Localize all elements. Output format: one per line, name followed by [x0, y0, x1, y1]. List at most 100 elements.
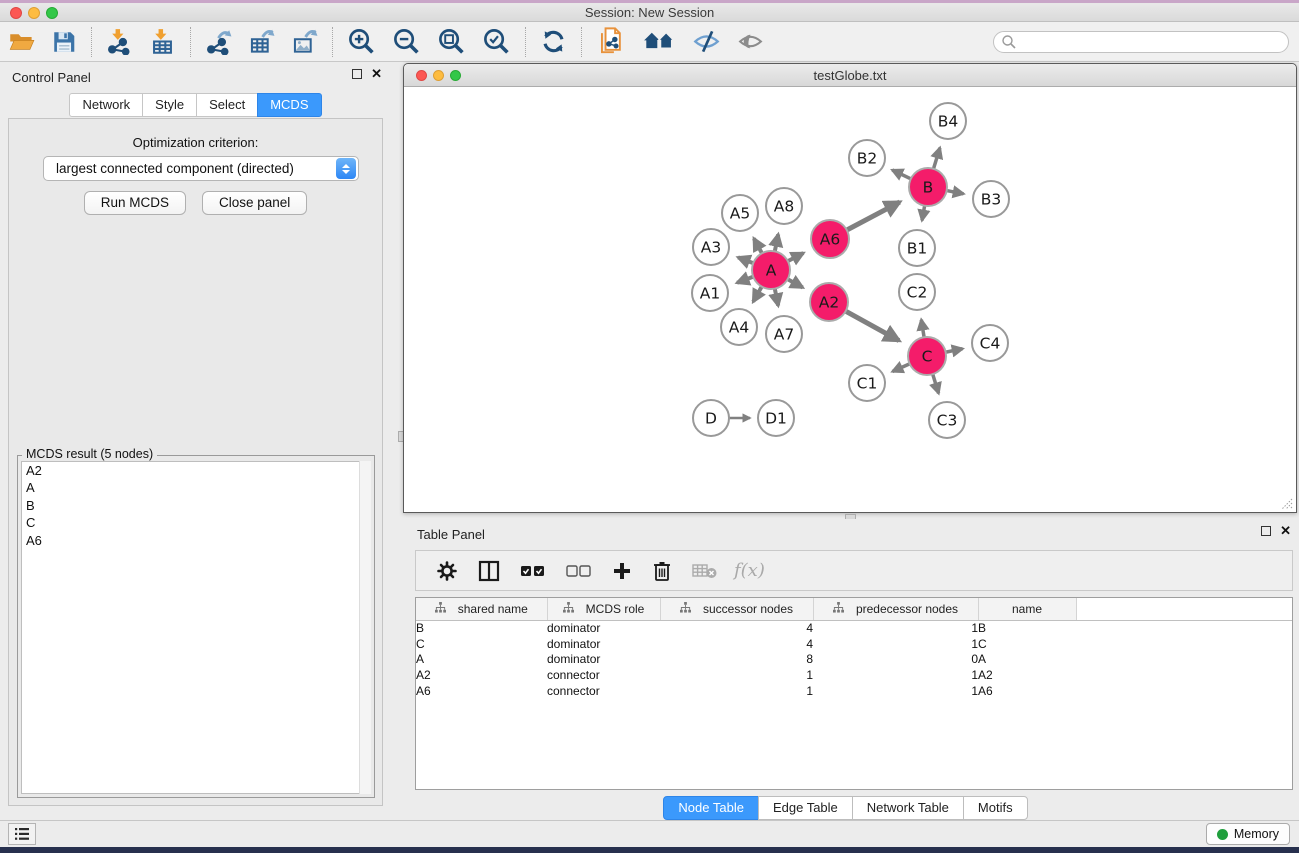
delete-column-icon[interactable]	[642, 560, 682, 582]
graph-node-A1[interactable]: A1	[692, 275, 728, 311]
zoom-selected-icon[interactable]	[474, 26, 519, 58]
close-panel-button[interactable]: Close panel	[202, 191, 307, 215]
network-graph[interactable]: A A1 A3 A4 A5 A7 A8 A6 A2 B B1 B2 B3 B4 C C1 C2 C3 C4 D D1	[405, 88, 1295, 512]
graph-node-C[interactable]: C	[908, 337, 946, 375]
deselect-all-columns-icon[interactable]	[556, 563, 602, 579]
result-item[interactable]: A2	[22, 462, 370, 479]
import-network-icon[interactable]	[98, 26, 141, 58]
tab-network-table[interactable]: Network Table	[852, 796, 964, 820]
close-panel-icon[interactable]: ✕	[371, 69, 382, 79]
task-history-button[interactable]	[8, 823, 36, 845]
float-panel-icon[interactable]	[352, 69, 362, 79]
graph-node-C4[interactable]: C4	[972, 325, 1008, 361]
select-all-columns-icon[interactable]	[510, 563, 556, 579]
zoom-out-icon[interactable]	[384, 26, 429, 58]
search-input[interactable]	[993, 31, 1289, 53]
graph-node-A[interactable]: A	[752, 251, 790, 289]
network-window-titlebar[interactable]: testGlobe.txt	[404, 64, 1296, 87]
svg-text:A5: A5	[730, 205, 750, 223]
result-scrollbar[interactable]	[359, 461, 371, 794]
export-table-icon[interactable]	[240, 26, 283, 58]
graph-edge-C-C3[interactable]	[932, 372, 939, 393]
graph-node-B[interactable]: B	[909, 168, 947, 206]
run-mcds-button[interactable]: Run MCDS	[84, 191, 186, 215]
tab-motifs[interactable]: Motifs	[963, 796, 1028, 820]
result-item[interactable]: A6	[22, 532, 370, 549]
criterion-value: largest connected component (directed)	[44, 161, 336, 176]
svg-text:A2: A2	[819, 294, 839, 312]
table-row[interactable]: Bdominator41B	[416, 620, 1292, 636]
zoom-fit-icon[interactable]	[429, 26, 474, 58]
add-column-icon[interactable]	[602, 561, 642, 581]
graph-edge-A2-C[interactable]	[844, 310, 899, 340]
refresh-icon[interactable]	[532, 26, 575, 58]
zoom-in-icon[interactable]	[339, 26, 384, 58]
hide-panels-eye-icon[interactable]	[684, 26, 729, 58]
graph-node-D1[interactable]: D1	[758, 400, 794, 436]
import-table-icon[interactable]	[141, 26, 184, 58]
graph-node-A3[interactable]: A3	[693, 229, 729, 265]
graph-node-A4[interactable]: A4	[721, 309, 757, 345]
network-canvas[interactable]: A A1 A3 A4 A5 A7 A8 A6 A2 B B1 B2 B3 B4 C C1 C2 C3 C4 D D1	[405, 88, 1295, 512]
table-row[interactable]: A2connector11A2	[416, 667, 1292, 683]
home-icon[interactable]	[635, 26, 684, 58]
float-table-panel-icon[interactable]	[1261, 526, 1271, 536]
save-session-icon[interactable]	[43, 26, 85, 58]
graph-edge-B-B4[interactable]	[933, 148, 940, 171]
table-row[interactable]: Cdominator41C	[416, 636, 1292, 652]
column-header-successor-nodes[interactable]: successor nodes	[660, 598, 813, 620]
graph-node-A6[interactable]: A6	[811, 220, 849, 258]
graph-node-C1[interactable]: C1	[849, 365, 885, 401]
graph-node-B4[interactable]: B4	[930, 103, 966, 139]
graph-node-C3[interactable]: C3	[929, 402, 965, 438]
result-item[interactable]: C	[22, 514, 370, 531]
window-title: Session: New Session	[0, 5, 1299, 20]
network-view-window[interactable]: testGlobe.txt A A1 A3 A4 A5 A7 A8 A6 A2 B B1 B2 B3 B4…	[403, 63, 1297, 513]
svg-text:B1: B1	[907, 240, 928, 258]
column-header-name[interactable]: name	[978, 598, 1076, 620]
tab-edge-table[interactable]: Edge Table	[758, 796, 853, 820]
tab-network[interactable]: Network	[69, 93, 143, 117]
graph-edge-A6-B[interactable]	[845, 202, 900, 231]
function-builder-icon[interactable]: f(x)	[728, 560, 765, 581]
table-row[interactable]: A6connector11A6	[416, 683, 1292, 699]
open-session-icon[interactable]	[0, 26, 43, 58]
clone-network-icon[interactable]	[588, 26, 635, 58]
graph-node-A7[interactable]: A7	[766, 316, 802, 352]
graph-node-A5[interactable]: A5	[722, 195, 758, 231]
column-header-predecessor-nodes[interactable]: predecessor nodes	[813, 598, 978, 620]
graph-node-A8[interactable]: A8	[766, 188, 802, 224]
graph-node-B3[interactable]: B3	[973, 181, 1009, 217]
export-image-icon[interactable]	[283, 26, 326, 58]
window-resize-grip[interactable]	[1279, 496, 1293, 510]
show-graphics-eye-icon[interactable]	[729, 26, 772, 58]
result-item[interactable]: B	[22, 497, 370, 514]
graph-edge-C-C1[interactable]	[893, 363, 912, 372]
delete-table-icon[interactable]	[682, 562, 728, 580]
tab-node-table[interactable]: Node Table	[663, 796, 759, 820]
graph-node-B2[interactable]: B2	[849, 140, 885, 176]
window-titlebar[interactable]: Session: New Session	[0, 3, 1299, 22]
mcds-result-list[interactable]: A2ABCA6	[21, 461, 371, 794]
graph-edge-B-B2[interactable]	[892, 170, 912, 180]
svg-text:A8: A8	[774, 198, 794, 216]
tab-style[interactable]: Style	[142, 93, 197, 117]
column-header-shared-name[interactable]: shared name	[416, 598, 547, 620]
graph-node-D[interactable]: D	[693, 400, 729, 436]
node-table[interactable]: shared nameMCDS rolesuccessor nodesprede…	[415, 597, 1293, 790]
table-row[interactable]: Adominator80A	[416, 652, 1292, 668]
optimization-criterion-select[interactable]: largest connected component (directed)	[43, 156, 359, 181]
list-icon	[14, 827, 30, 841]
graph-node-A2[interactable]: A2	[810, 283, 848, 321]
close-table-panel-icon[interactable]: ✕	[1280, 526, 1291, 536]
result-item[interactable]: A	[22, 479, 370, 496]
column-header-MCDS-role[interactable]: MCDS role	[547, 598, 660, 620]
tab-mcds[interactable]: MCDS	[257, 93, 321, 117]
show-column-panel-icon[interactable]	[468, 560, 510, 582]
table-options-gear-icon[interactable]	[426, 560, 468, 582]
graph-node-B1[interactable]: B1	[899, 230, 935, 266]
memory-button[interactable]: Memory	[1206, 823, 1290, 845]
export-network-icon[interactable]	[197, 26, 240, 58]
tab-select[interactable]: Select	[196, 93, 258, 117]
graph-node-C2[interactable]: C2	[899, 274, 935, 310]
